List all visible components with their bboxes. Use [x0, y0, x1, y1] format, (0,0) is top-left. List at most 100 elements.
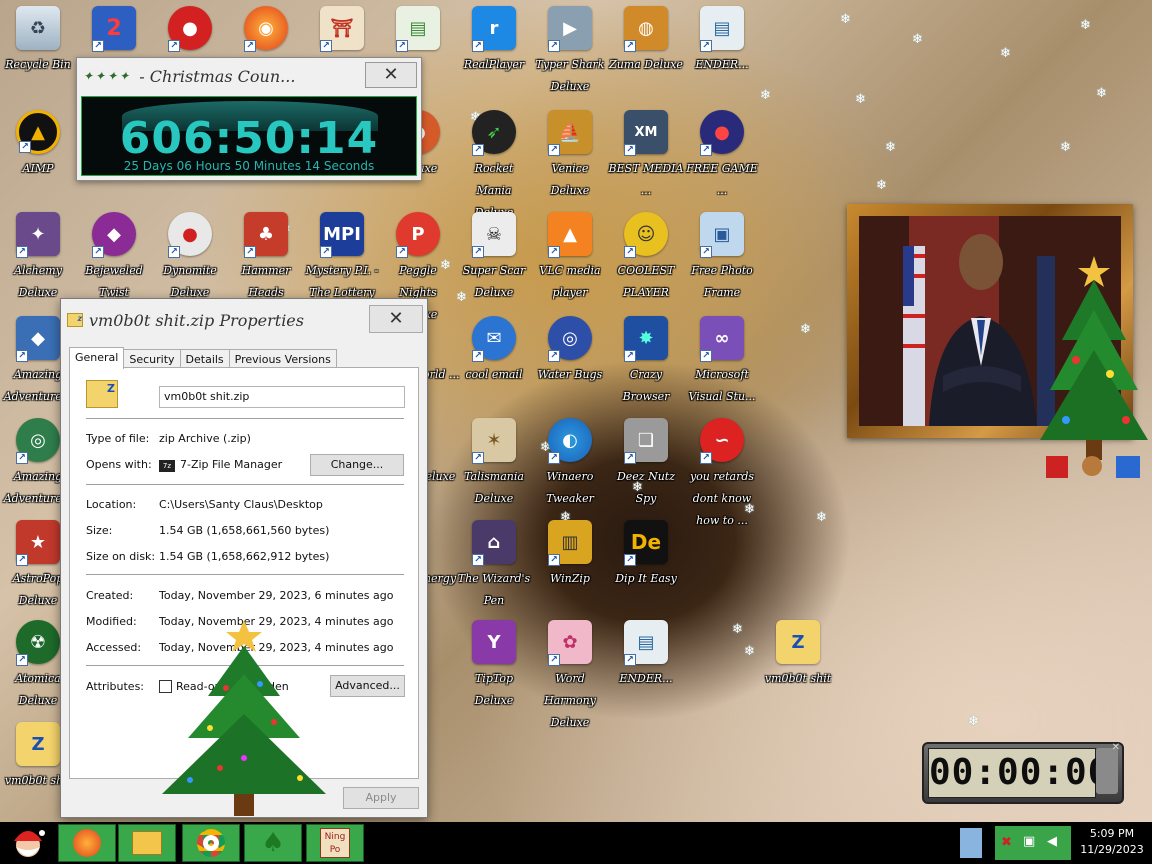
typer-shark-shortcut[interactable]: ▶ ↗ Typer Shark Deluxe: [532, 6, 608, 98]
alchemy-shortcut[interactable]: ✦ ↗ Alchemy Deluxe: [0, 212, 76, 304]
snowflake-icon: ❄: [912, 32, 923, 47]
network-warning-icon[interactable]: ✖: [1001, 835, 1012, 850]
chrome-icon: [197, 829, 225, 857]
crazy-browser-shortcut[interactable]: ✸ ↗ Crazy Browser: [608, 316, 684, 408]
bejeweled-shortcut[interactable]: ◆ ↗ Bejeweled Twist: [76, 212, 152, 304]
recycle-bin-icon: ♻: [16, 6, 60, 50]
word-harmony-shortcut[interactable]: ✿ ↗ Word Harmony Deluxe: [532, 620, 608, 734]
taskbar: ♠ Ning Po ✖ ▣ ◀ 5:09 PM 11/29/2023: [0, 822, 1152, 864]
size-on-disk-label: Size on disk:: [86, 550, 156, 563]
water-bugs-shortcut[interactable]: ◎ ↗ Water Bugs: [532, 316, 608, 386]
ning-po-icon: Ning Po: [320, 828, 350, 858]
taskbar-clock[interactable]: 5:09 PM 11/29/2023: [1074, 826, 1150, 858]
location-label: Location:: [86, 498, 137, 511]
dip-it-shortcut[interactable]: De ↗ Dip It Easy: [608, 520, 684, 590]
aimp-shortcut[interactable]: ▲ ↗ AIMP: [0, 110, 76, 180]
free-game-shortcut[interactable]: ● ↗ FREE GAME ...: [684, 110, 760, 202]
christmas-countdown-window[interactable]: ✦✦✦✦ - Christmas Coun... ✕ 606:50:14 25 …: [76, 57, 422, 181]
size-on-disk-value: 1.54 GB (1,658,662,912 bytes): [159, 550, 330, 563]
rocket-mania-shortcut[interactable]: ➶↗ Rocket Mania Deluxe: [456, 110, 532, 224]
infinity-icon: ∞ ↗: [700, 316, 744, 362]
snowflake-icon: ❄: [760, 88, 771, 103]
christmas-tree-left-icon: [162, 620, 326, 816]
xmplay-icon: XM ↗: [624, 110, 668, 156]
free-photo-frame-shortcut[interactable]: ▣ ↗ Free Photo Frame: [684, 212, 760, 304]
taskbar-christmas-tree[interactable]: ♠: [244, 824, 302, 862]
xmplay-shortcut[interactable]: XM ↗ BEST MEDIA ...: [608, 110, 684, 202]
winaero-shortcut[interactable]: ◐ ↗ Winaero Tweaker: [532, 418, 608, 510]
snowflake-icon: ❄: [840, 12, 851, 27]
recycle-bin-shortcut[interactable]: ♻ Recycle Bin: [0, 6, 76, 76]
wizard-house-icon: ⌂ ↗: [472, 520, 516, 566]
fuzzball-shortcut[interactable]: ● ↗: [152, 6, 228, 52]
stopwatch-close-icon[interactable]: ✕: [1112, 742, 1120, 753]
radiation-icon: ☢ ↗: [16, 620, 60, 666]
properties-close-button[interactable]: ✕: [369, 305, 423, 333]
ender-shortcut-1[interactable]: ▤ ↗ ENDER...: [684, 6, 760, 76]
stopwatch-controls[interactable]: [1096, 748, 1118, 794]
icon-label: AIMP: [22, 162, 54, 175]
tab-general[interactable]: General: [69, 347, 125, 369]
wizard-icon: ✦ ↗: [16, 212, 60, 258]
icon-label: FREE GAME ...: [686, 162, 758, 197]
mahjong-shortcut[interactable]: ⛩ ↗: [304, 6, 380, 52]
deez-nutz-shortcut[interactable]: ❏ ↗ Deez Nutz Spy: [608, 418, 684, 510]
apply-button[interactable]: Apply: [343, 787, 419, 809]
location-value: C:\Users\Santy Claus\Desktop: [159, 498, 323, 511]
taskbar-ning-po[interactable]: Ning Po: [306, 824, 364, 862]
zip-file-icon: z: [67, 313, 83, 327]
zip-file-shortcut-right[interactable]: Z vm0b0t shit: [760, 620, 836, 690]
divider: [86, 418, 404, 419]
icon-label: Venice Deluxe: [550, 162, 590, 197]
zuma-shortcut[interactable]: ◍ ↗ Zuma Deluxe: [608, 6, 684, 76]
icon-label: Word Harmony Deluxe: [544, 672, 596, 729]
vlc-shortcut[interactable]: ▲ ↗ VLC media player: [532, 212, 608, 304]
email-icon: ✉ ↗: [472, 316, 516, 362]
snowflake-icon: ❄: [732, 622, 743, 637]
icon-label: ENDER...: [619, 672, 673, 685]
torii-gate-icon: ⛩ ↗: [320, 6, 364, 52]
winzip-shortcut[interactable]: ▥ ↗ WinZip: [532, 520, 608, 590]
firefox-icon: [73, 829, 101, 857]
icon-label: COOLEST PLAYER: [617, 264, 675, 299]
taskbar-firefox[interactable]: [58, 824, 116, 862]
aimp-icon: ▲ ↗: [16, 110, 60, 154]
filename-input[interactable]: vm0b0t shit.zip: [159, 386, 405, 408]
tiptop-shortcut[interactable]: Y TipTop Deluxe: [456, 620, 532, 712]
icon-2-shortcut[interactable]: 2 ↗: [76, 6, 152, 52]
ender-shortcut-2[interactable]: ▤ ↗ ENDER...: [608, 620, 684, 690]
red-fuzzball-icon: ● ↗: [168, 6, 212, 52]
snowflake-icon: ❄: [876, 178, 887, 193]
coolest-player-shortcut[interactable]: ☺ ↗ COOLEST PLAYER: [608, 212, 684, 304]
volume-icon[interactable]: ◀: [1047, 834, 1057, 849]
zuma-frog-icon: ◍ ↗: [624, 6, 668, 52]
visual-studio-shortcut[interactable]: ∞ ↗ Microsoft Visual Stu...: [684, 316, 760, 408]
dotted-egg-icon: ● ↗: [168, 212, 212, 258]
tab-previous-versions[interactable]: Previous Versions: [228, 349, 337, 369]
change-button[interactable]: Change...: [310, 454, 404, 476]
app-window-icon: ▤ ↗: [624, 620, 668, 666]
start-button[interactable]: [2, 823, 54, 863]
tab-security[interactable]: Security: [123, 349, 181, 369]
retarded-shortcut[interactable]: ∽ ↗ you retards dont know how to ...: [684, 418, 760, 532]
taskbar-file-explorer[interactable]: [118, 824, 176, 862]
created-value: Today, November 29, 2023, 6 minutes ago: [159, 589, 394, 602]
super-scar-shortcut[interactable]: ☠ ↗ Super Scar Deluxe: [456, 212, 532, 304]
size-label: Size:: [86, 524, 113, 537]
show-hidden-icons-button[interactable]: [960, 828, 982, 858]
tab-details[interactable]: Details: [179, 349, 230, 369]
firefox-shortcut[interactable]: ◉ ↗: [228, 6, 304, 52]
folder-icon: [132, 831, 162, 855]
dynomite-shortcut[interactable]: ● ↗ Dynomite Deluxe: [152, 212, 228, 304]
icon-label: Crazy Browser: [622, 368, 670, 403]
stopwatch-widget[interactable]: 00:00:00 ✕: [922, 742, 1124, 804]
venice-shortcut[interactable]: ⛵ ↗ Venice Deluxe: [532, 110, 608, 202]
taskbar-chrome[interactable]: [182, 824, 240, 862]
document-shortcut[interactable]: ▤ ↗: [380, 6, 456, 52]
network-icon[interactable]: ▣: [1023, 834, 1035, 849]
accessed-label: Accessed:: [86, 641, 142, 654]
size-value: 1.54 GB (1,658,661,560 bytes): [159, 524, 330, 537]
icon-label: Free Photo Frame: [691, 264, 753, 299]
countdown-close-button[interactable]: ✕: [365, 62, 417, 88]
realplayer-shortcut[interactable]: r ↗ RealPlayer: [456, 6, 532, 76]
